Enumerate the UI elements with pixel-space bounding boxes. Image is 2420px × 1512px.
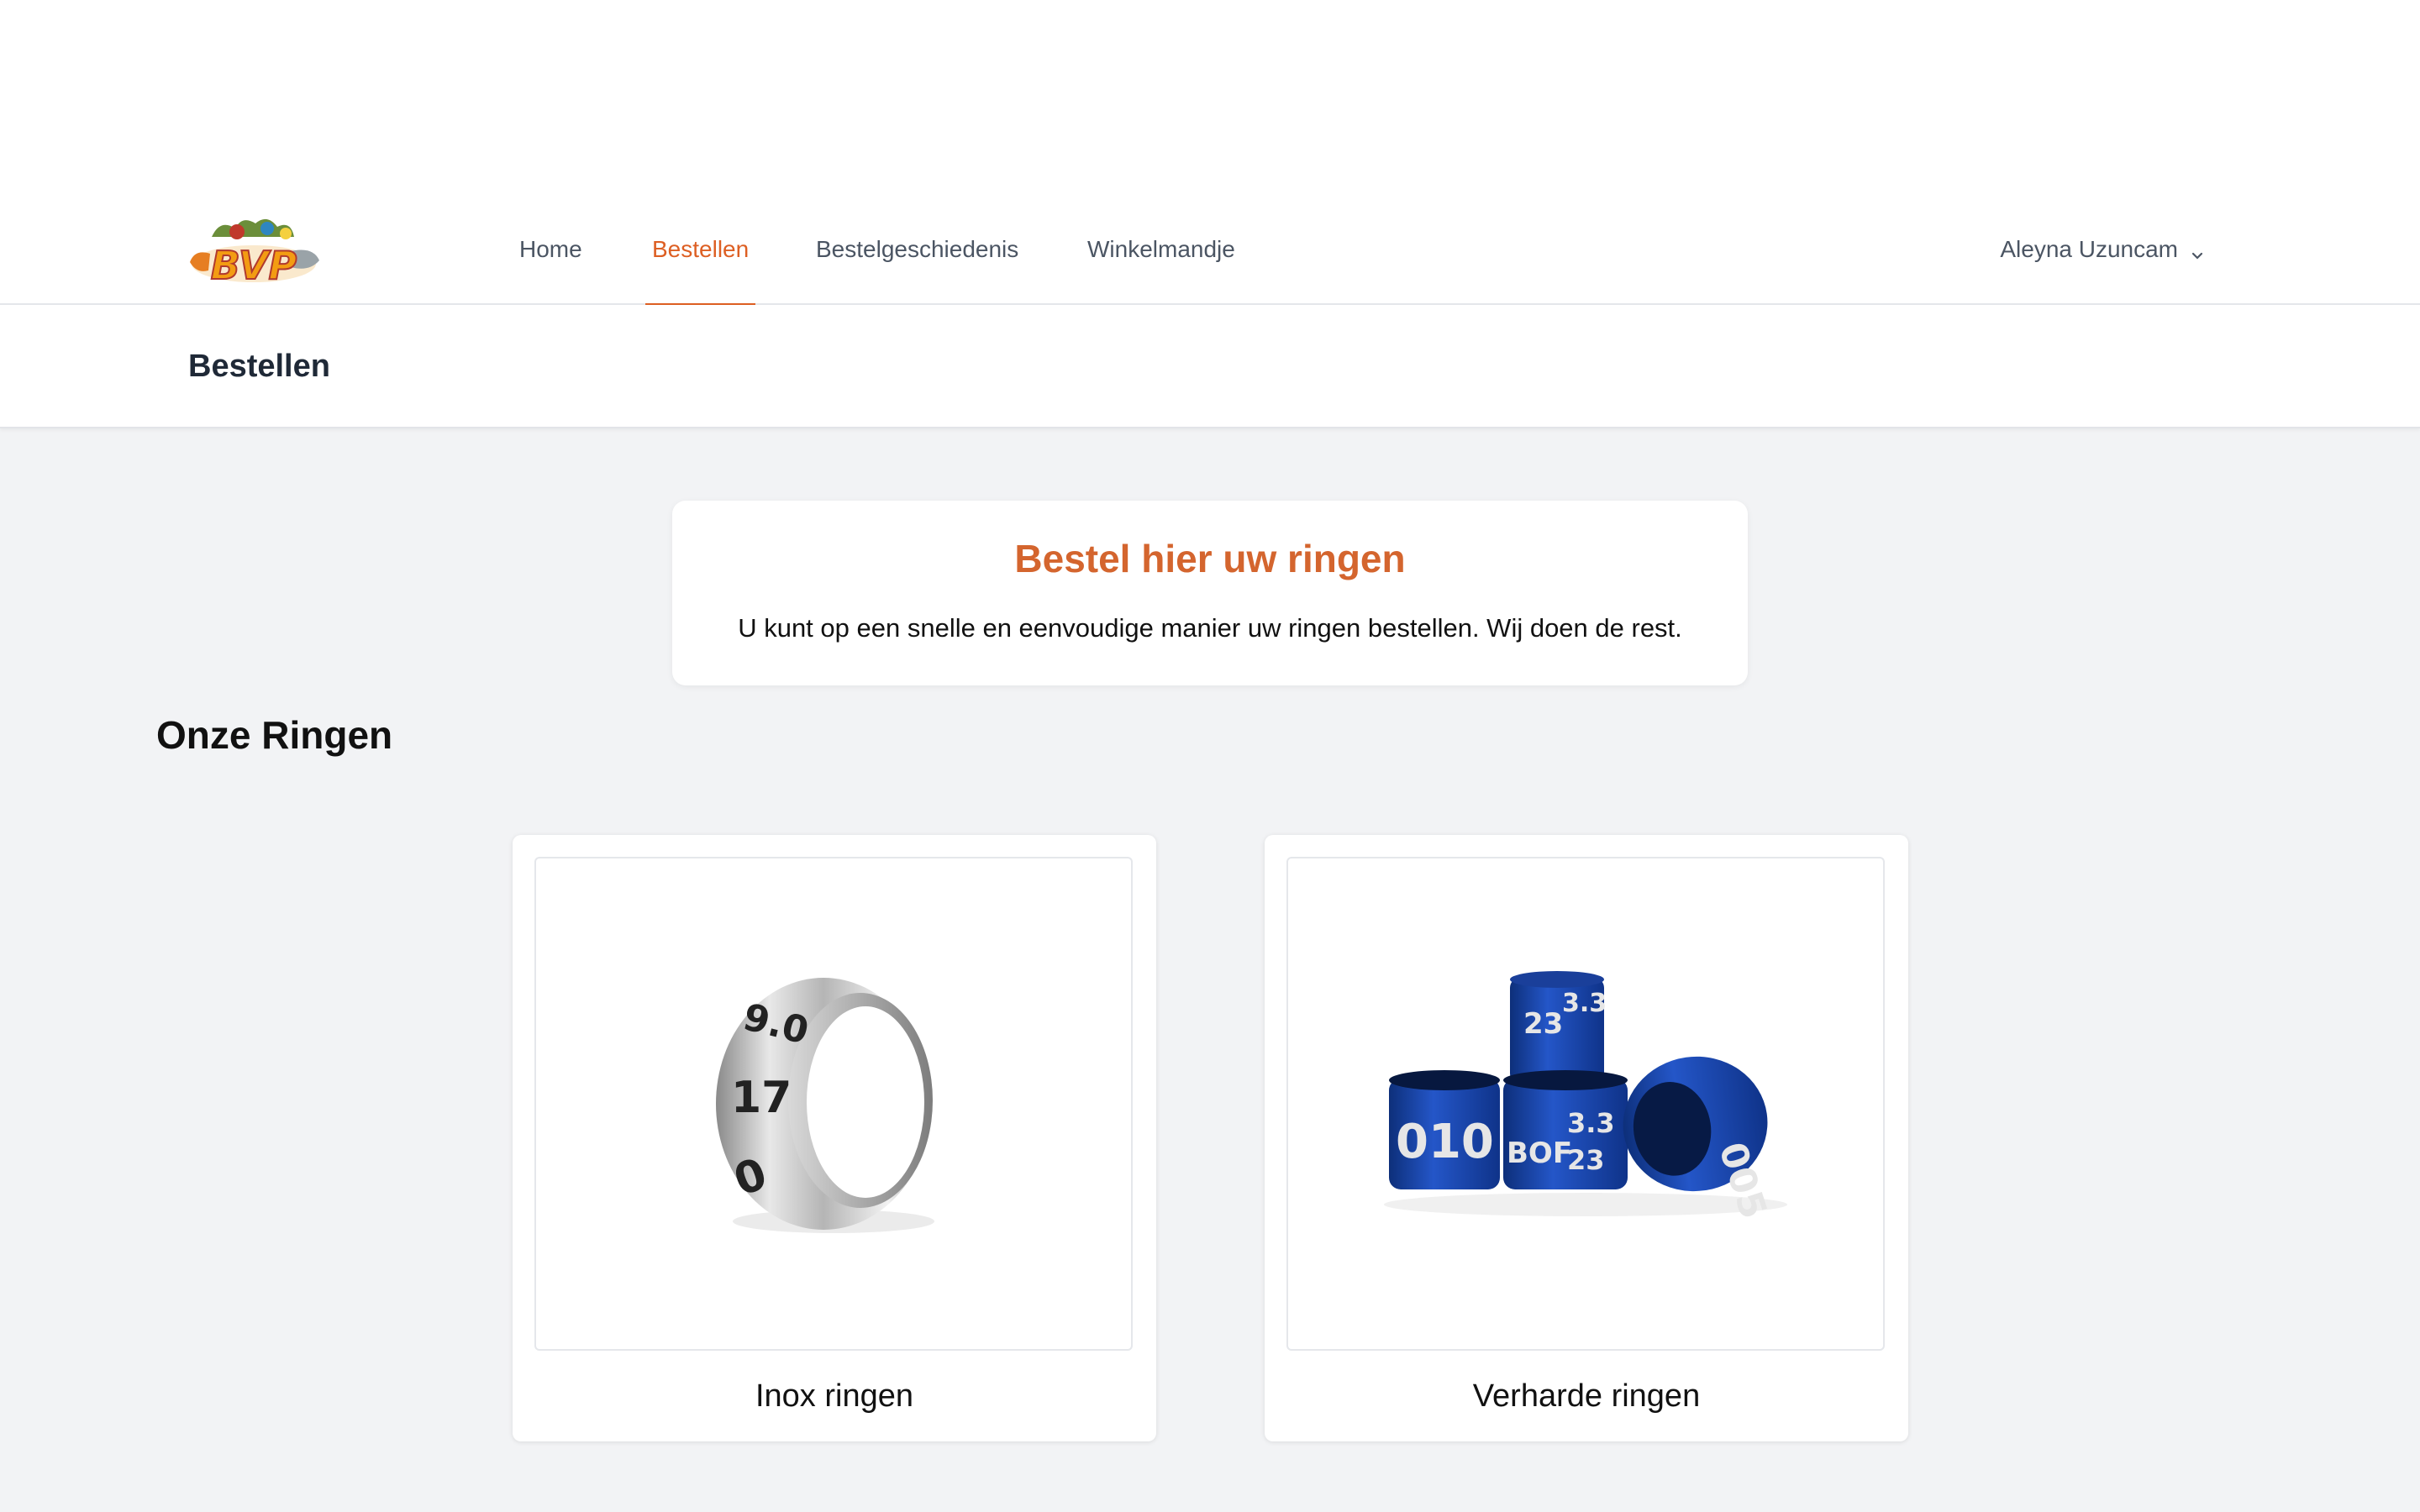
nav-bestelgeschiedenis[interactable]: Bestelgeschiedenis (816, 193, 1018, 305)
nav-bestellen[interactable]: Bestellen (644, 193, 756, 307)
svg-text:3.3: 3.3 (1567, 1107, 1615, 1139)
product-image-inox: 9.0 17 0 (534, 857, 1133, 1351)
page-title: Bestellen (188, 349, 330, 384)
svg-text:BVP: BVP (211, 243, 297, 288)
svg-text:23: 23 (1567, 1144, 1605, 1176)
product-image-verharde: 23 3.3 010 BOF 3.3 23 005 (1286, 857, 1885, 1351)
top-blank-area (0, 0, 2420, 193)
svg-text:23: 23 (1523, 1007, 1563, 1041)
intro-card: Bestel hier uw ringen U kunt op een snel… (672, 501, 1748, 685)
product-name-inox: Inox ringen (755, 1378, 913, 1414)
user-menu[interactable]: Aleyna Uzuncam (2000, 193, 2205, 305)
user-name: Aleyna Uzuncam (2000, 235, 2178, 262)
blue-rings-image: 23 3.3 010 BOF 3.3 23 005 (1384, 971, 1787, 1224)
stainless-ring-image: 9.0 17 0 (716, 978, 934, 1233)
intro-title: Bestel hier uw ringen (1014, 537, 1406, 580)
svg-text:17: 17 (731, 1073, 792, 1123)
chevron-down-icon (2190, 242, 2205, 260)
bvp-logo[interactable]: BVP (187, 212, 321, 292)
svg-text:3.3: 3.3 (1562, 989, 1607, 1018)
svg-text:BOF: BOF (1507, 1137, 1572, 1170)
nav-winkelmandje[interactable]: Winkelmandje (1087, 193, 1235, 305)
section-title: Onze Ringen (156, 713, 393, 757)
page-header: Bestellen (0, 305, 2420, 428)
product-card-verharde[interactable]: 23 3.3 010 BOF 3.3 23 005 Verharde ringe… (1265, 835, 1908, 1441)
intro-text: U kunt op een snelle en eenvoudige manie… (738, 613, 1682, 643)
svg-text:010: 010 (1396, 1115, 1494, 1169)
navbar: BVP Home Bestellen Bestelgeschiedenis Wi… (0, 193, 2420, 307)
product-name-verharde: Verharde ringen (1472, 1378, 1701, 1414)
product-card-inox[interactable]: 9.0 17 0 Inox ringen (513, 835, 1156, 1441)
nav-home[interactable]: Home (519, 193, 582, 305)
